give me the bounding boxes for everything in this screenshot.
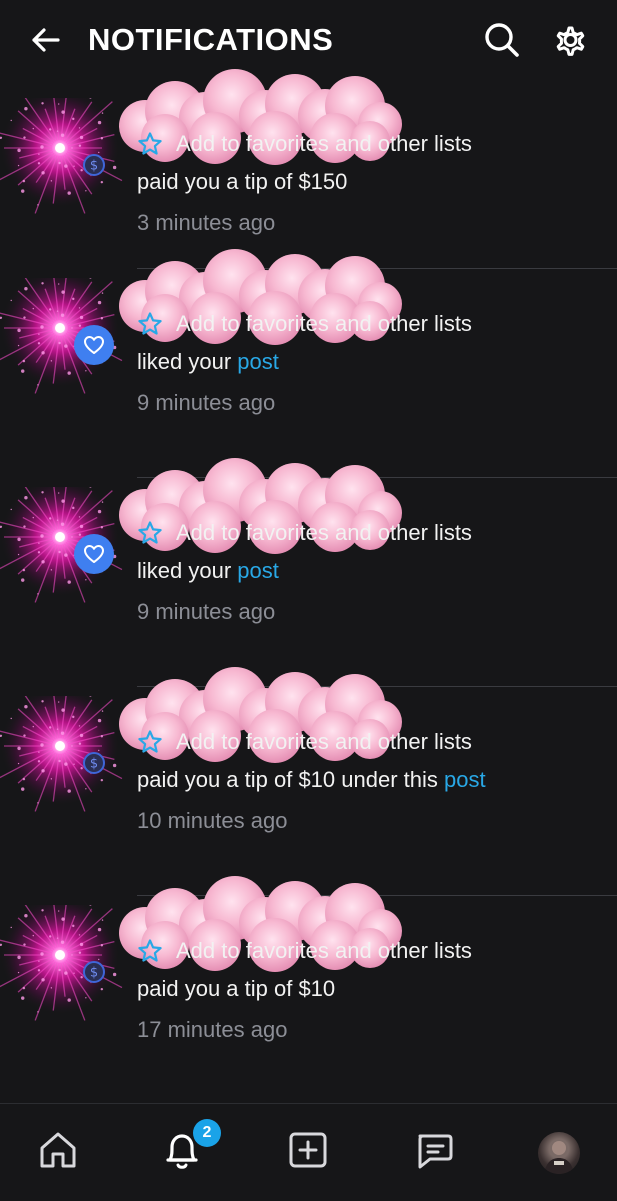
post-link[interactable]: post bbox=[237, 349, 279, 374]
message-text: liked your bbox=[137, 558, 238, 583]
gear-icon[interactable] bbox=[549, 20, 589, 60]
profile-avatar[interactable] bbox=[538, 1132, 580, 1174]
notification-message: paid you a tip of $10 under this post bbox=[137, 762, 486, 798]
favorites-label: Add to favorites and other lists bbox=[176, 520, 472, 545]
message-text: paid you a tip of $150 bbox=[137, 169, 348, 194]
timestamp: 10 minutes ago bbox=[137, 808, 288, 833]
message-text: paid you a tip of $10 bbox=[137, 976, 336, 1001]
favorites-label: Add to favorites and other lists bbox=[176, 131, 472, 156]
bottom-tab-bar: 2 bbox=[0, 1103, 617, 1201]
timestamp: 17 minutes ago bbox=[137, 1017, 288, 1042]
notifications-count-badge: 2 bbox=[193, 1119, 221, 1147]
add-to-favorites-button[interactable]: Add to favorites and other lists bbox=[137, 933, 472, 969]
home-icon[interactable] bbox=[34, 1126, 82, 1174]
notification-item[interactable]: $ Add to favorites and other lists paid … bbox=[0, 876, 617, 1104]
svg-text:$: $ bbox=[90, 159, 98, 174]
star-icon bbox=[137, 131, 163, 157]
post-link[interactable]: post bbox=[444, 767, 486, 792]
svg-text:$: $ bbox=[90, 966, 98, 981]
star-icon bbox=[137, 311, 163, 337]
chat-icon[interactable] bbox=[410, 1126, 458, 1174]
add-to-favorites-button[interactable]: Add to favorites and other lists bbox=[137, 126, 472, 162]
timestamp: 9 minutes ago bbox=[137, 390, 276, 415]
star-icon bbox=[137, 938, 163, 964]
star-icon bbox=[137, 729, 163, 755]
message-text: paid you a tip of $10 under this bbox=[137, 767, 444, 792]
favorites-label: Add to favorites and other lists bbox=[176, 938, 472, 963]
svg-text:$: $ bbox=[90, 757, 98, 772]
add-to-favorites-button[interactable]: Add to favorites and other lists bbox=[137, 724, 472, 760]
search-icon[interactable] bbox=[482, 20, 522, 60]
favorites-label: Add to favorites and other lists bbox=[176, 729, 472, 754]
post-link[interactable]: post bbox=[237, 558, 279, 583]
add-to-favorites-button[interactable]: Add to favorites and other lists bbox=[137, 306, 472, 342]
add-to-favorites-button[interactable]: Add to favorites and other lists bbox=[137, 515, 472, 551]
star-icon bbox=[137, 520, 163, 546]
notification-message: liked your post bbox=[137, 344, 279, 380]
notification-message: paid you a tip of $10 bbox=[137, 971, 335, 1007]
arrow-left-icon[interactable] bbox=[28, 22, 64, 58]
message-text: liked your bbox=[137, 349, 238, 374]
favorites-label: Add to favorites and other lists bbox=[176, 311, 472, 336]
timestamp: 9 minutes ago bbox=[137, 599, 276, 624]
notification-message: paid you a tip of $150 bbox=[137, 164, 347, 200]
plus-square-icon[interactable] bbox=[284, 1126, 332, 1174]
notification-message: liked your post bbox=[137, 553, 279, 589]
